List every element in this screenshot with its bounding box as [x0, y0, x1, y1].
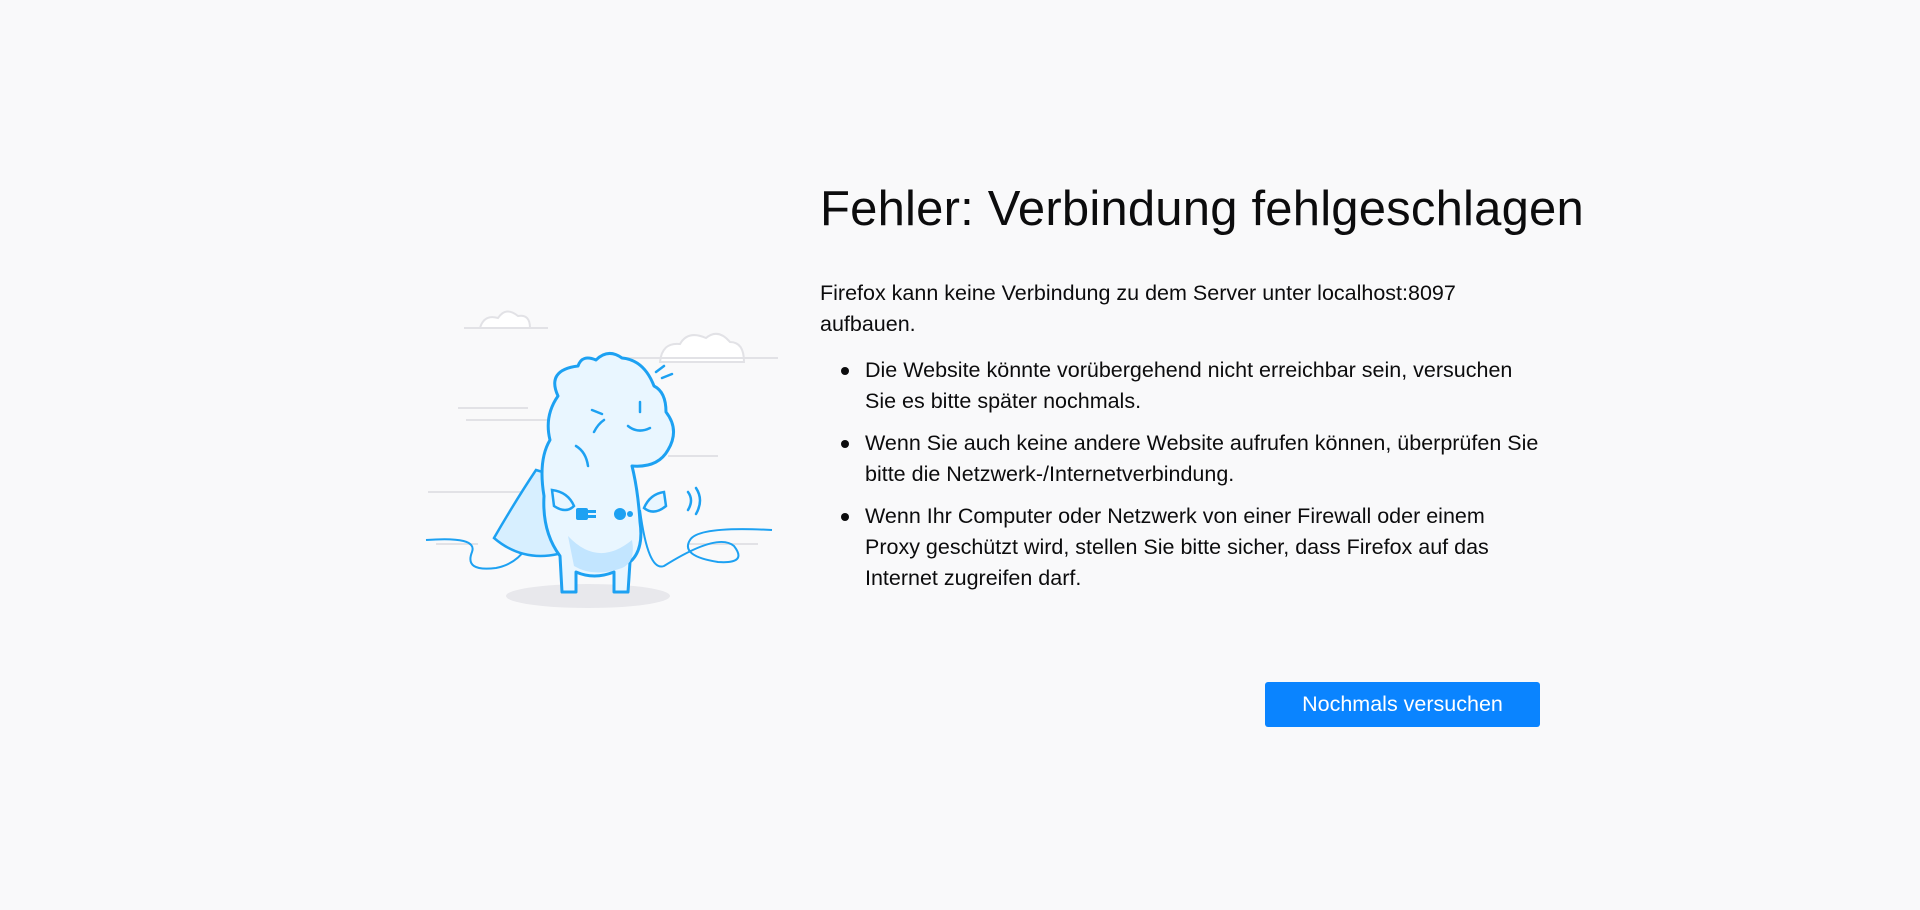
- reason-text: Wenn Ihr Computer oder Netzwerk von eine…: [865, 504, 1489, 590]
- error-description: Firefox kann keine Verbindung zu dem Ser…: [820, 281, 1456, 336]
- list-item: Die Website könnte vorübergehend nicht e…: [841, 355, 1540, 417]
- cable-right: [639, 509, 773, 568]
- shadow: [506, 584, 670, 608]
- button-container: Nochmals versuchen: [1265, 682, 1540, 727]
- bullet-icon: [841, 367, 849, 375]
- reason-list: Die Website könnte vorübergehend nicht e…: [820, 355, 1540, 594]
- error-content: Fehler: Verbindung fehlgeschlagen Firefo…: [820, 176, 1584, 605]
- reason-text: Wenn Sie auch keine andere Website aufru…: [865, 431, 1539, 486]
- retry-button[interactable]: Nochmals versuchen: [1265, 682, 1540, 727]
- bullet-icon: [841, 440, 849, 448]
- reason-text: Die Website könnte vorübergehend nicht e…: [865, 358, 1513, 413]
- list-item: Wenn Ihr Computer oder Netzwerk von eine…: [841, 501, 1540, 594]
- bullet-icon: [841, 513, 849, 521]
- list-item: Wenn Sie auch keine andere Website aufru…: [841, 428, 1540, 490]
- unplugged-dino-icon: [418, 300, 778, 620]
- page-title: Fehler: Verbindung fehlgeschlagen: [820, 182, 1584, 236]
- error-page: Fehler: Verbindung fehlgeschlagen Firefo…: [0, 0, 1920, 910]
